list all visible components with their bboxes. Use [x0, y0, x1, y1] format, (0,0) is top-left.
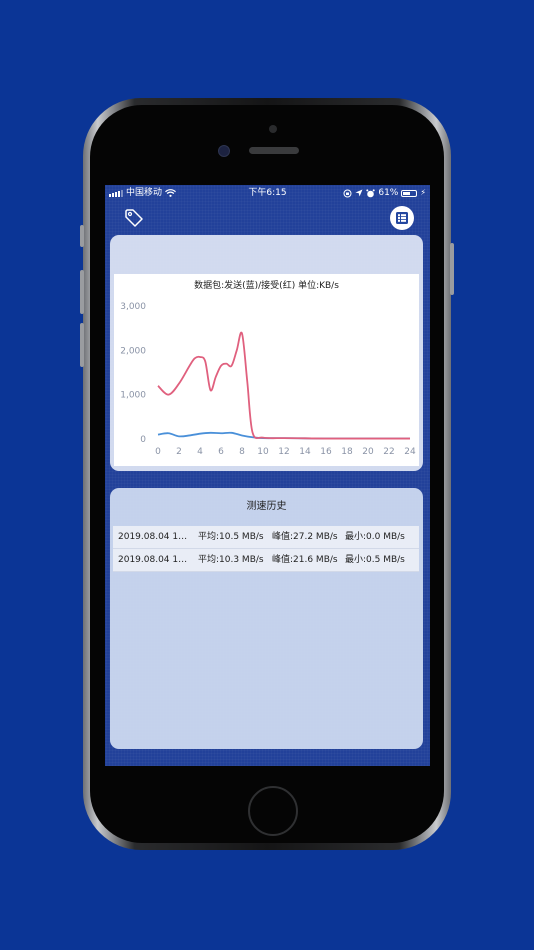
volume-up-button [80, 270, 84, 314]
x-tick-label: 10 [257, 447, 269, 457]
speed-line-chart: 01,0002,0003,0000 2 4 6 8 10 12 14 16 18 20 22 24 [120, 302, 416, 457]
x-tick-label: 18 [341, 447, 353, 457]
history-min: 最小:0.5 MB/s [345, 555, 405, 565]
tag-icon[interactable] [123, 207, 145, 229]
x-tick-label: 20 [362, 447, 374, 457]
battery-fill [403, 191, 411, 195]
y-tick-label: 2,000 [120, 346, 146, 356]
x-tick-label: 14 [299, 447, 311, 457]
volume-down-button [80, 323, 84, 367]
list-button[interactable] [390, 206, 414, 230]
battery-icon [401, 189, 418, 197]
history-card: 测速历史 2019.08.04 18:... 平均:10.5 MB/s 峰值:2… [110, 488, 423, 749]
x-tick-label: 24 [404, 447, 416, 457]
status-right: 61% ⚡ [343, 185, 426, 201]
history-row[interactable]: 2019.08.04 18:... 平均:10.5 MB/s 峰值:27.2 M… [113, 526, 419, 549]
location-icon [355, 189, 363, 197]
x-tick-label: 12 [278, 447, 289, 457]
receive-series-line [157, 331, 410, 440]
x-tick-label: 0 [155, 447, 161, 457]
front-camera [269, 125, 277, 133]
list-icon [396, 212, 408, 224]
x-tick-label: 16 [320, 447, 332, 457]
status-bar: 中国移动 下午6:15 61% ⚡ [105, 185, 430, 201]
history-date: 2019.08.04 17:... [118, 555, 190, 565]
history-peak: 峰值:27.2 MB/s [272, 532, 338, 542]
x-tick-label: 22 [383, 447, 394, 457]
history-avg: 平均:10.3 MB/s [198, 555, 264, 565]
home-button[interactable] [248, 786, 298, 836]
mute-switch [80, 225, 84, 247]
earpiece-speaker [249, 147, 299, 154]
power-button [450, 243, 454, 295]
chart-panel: 数据包:发送(蓝)/接受(红) 单位:KB/s 0 1,000 2,000 3,000… [114, 274, 419, 466]
history-peak: 峰值:21.6 MB/s [272, 555, 338, 565]
history-avg: 平均:10.5 MB/s [198, 532, 264, 542]
alarm-icon [366, 188, 376, 197]
battery-percent: 61% [378, 188, 399, 198]
lock-rotation-icon [343, 189, 352, 197]
x-tick-label: 2 [176, 447, 182, 457]
x-tick-label: 6 [218, 447, 224, 457]
y-tick-label: 0 [140, 435, 146, 445]
chart-card: 数据包:发送(蓝)/接受(红) 单位:KB/s 0 1,000 2,000 3,000… [110, 235, 423, 471]
y-tick-label: 1,000 [120, 391, 146, 401]
x-tick-label: 4 [197, 447, 203, 457]
history-min: 最小:0.0 MB/s [345, 532, 405, 542]
y-tick-label: 3,000 [120, 302, 146, 312]
x-tick-label: 8 [239, 447, 245, 457]
app-screen: 中国移动 下午6:15 61% ⚡ 数据包:发送(蓝)/接受(红) 单位:KB/… [105, 185, 430, 766]
history-row[interactable]: 2019.08.04 17:... 平均:10.3 MB/s 峰值:21.6 M… [113, 549, 419, 572]
charging-icon: ⚡ [420, 188, 426, 197]
history-title: 测速历史 [246, 501, 287, 512]
history-date: 2019.08.04 18:... [118, 532, 190, 542]
facetime-camera [218, 145, 230, 157]
